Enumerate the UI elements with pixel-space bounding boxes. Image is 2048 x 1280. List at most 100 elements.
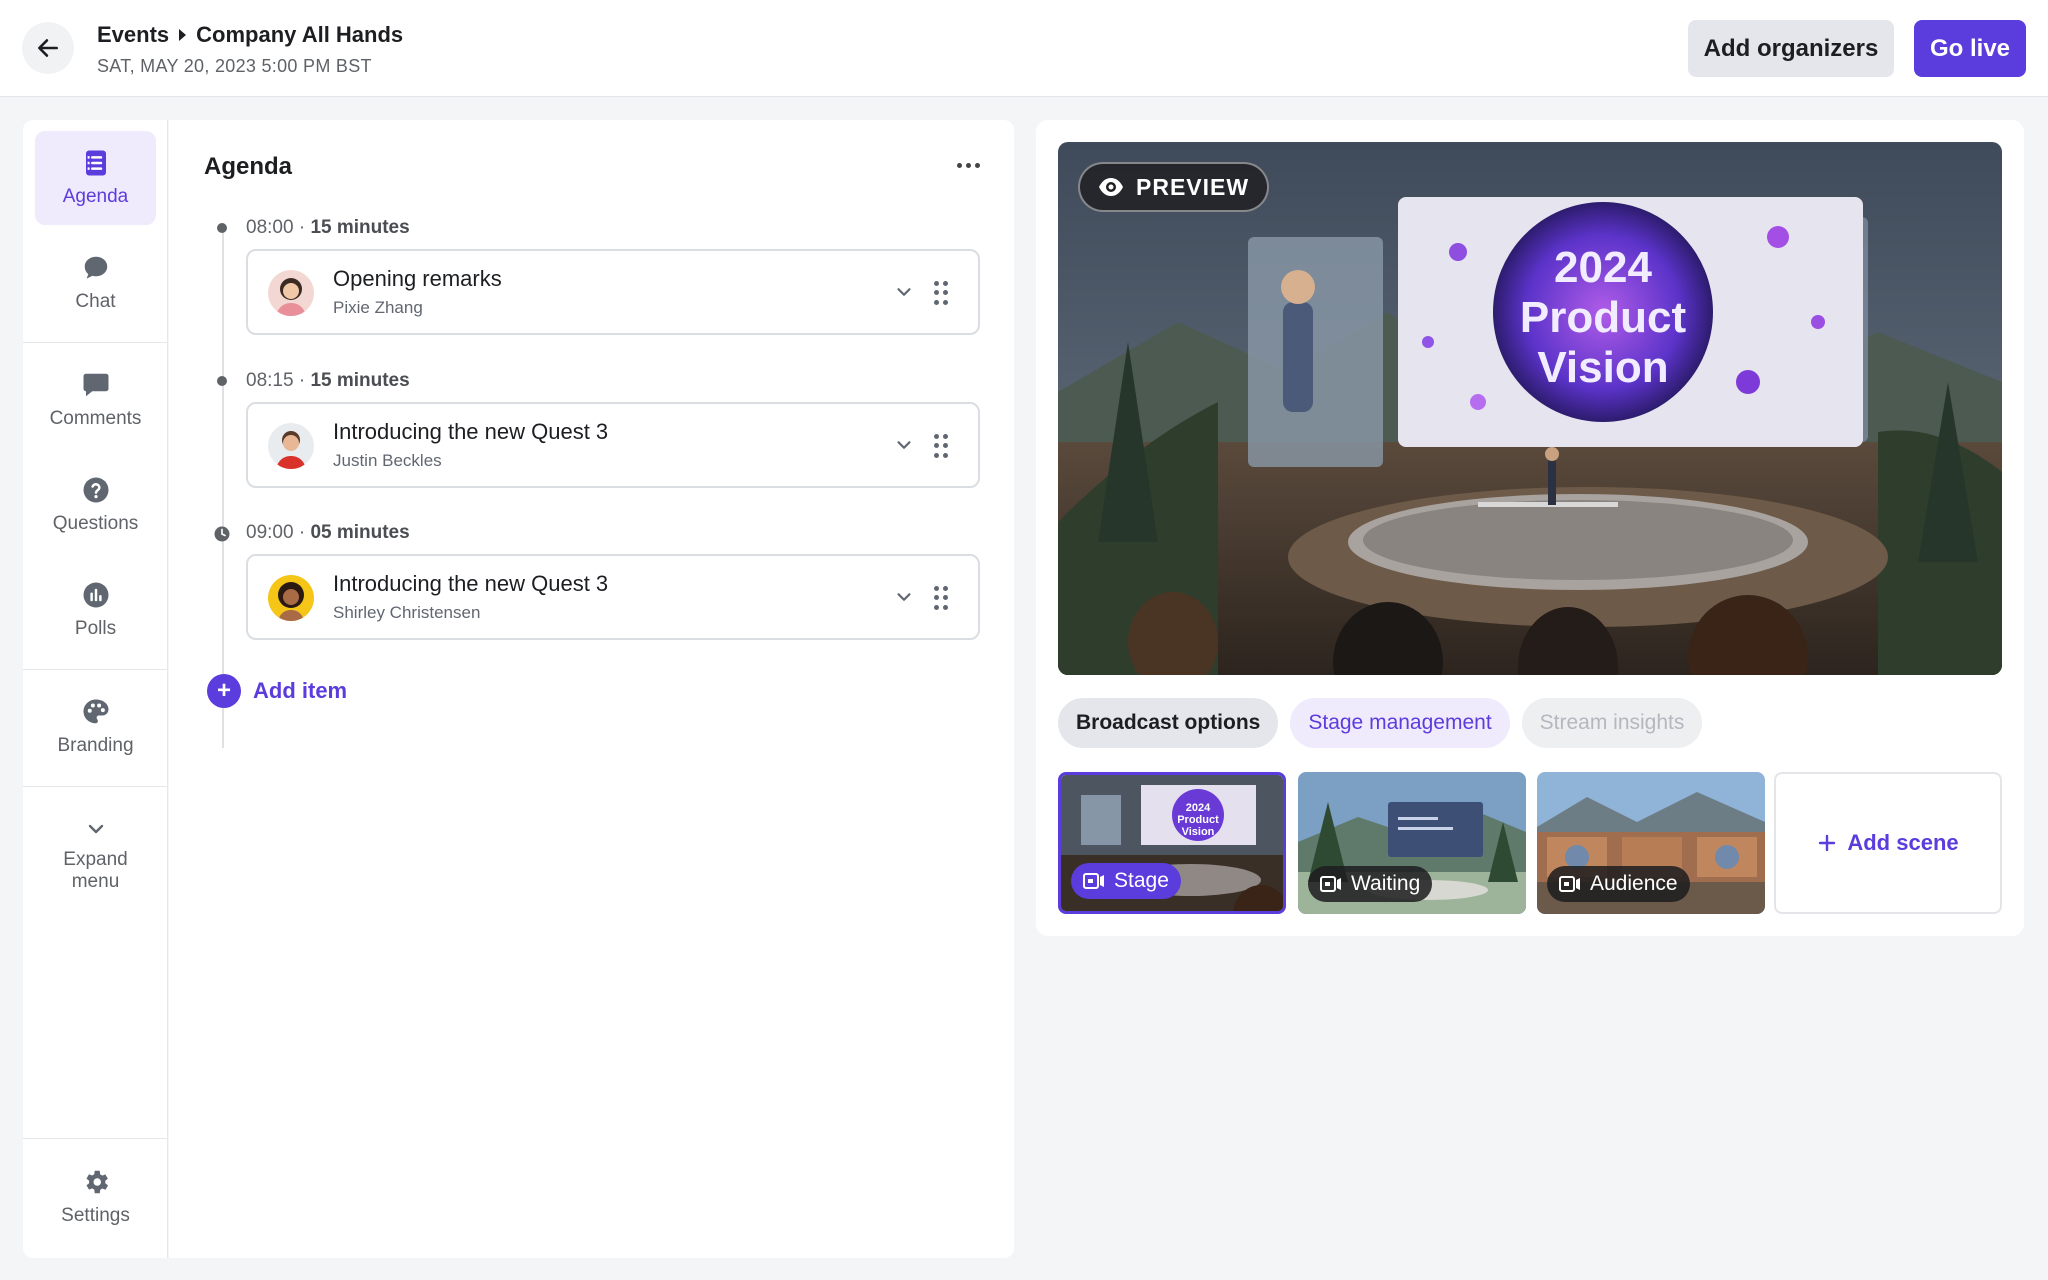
rail-item-comments[interactable]: Comments (35, 353, 156, 447)
plus-icon: + (207, 674, 241, 708)
rail-item-branding[interactable]: Branding (35, 680, 156, 774)
agenda-item-speaker: Shirley Christensen (333, 603, 481, 622)
add-scene-label: Add scene (1847, 830, 1959, 855)
preview-badge: PREVIEW (1078, 162, 1270, 212)
agenda-item-speaker: Justin Beckles (333, 451, 442, 470)
rail-divider (23, 342, 168, 343)
more-options-button[interactable] (952, 150, 984, 180)
rail-label-chat: Chat (75, 291, 116, 312)
scene-tag: Audience (1547, 866, 1690, 902)
camera-scene-icon (1083, 873, 1104, 889)
drag-handle-icon[interactable] (934, 586, 948, 610)
agenda-title: Agenda (204, 153, 293, 180)
rail-item-expand-menu[interactable]: Expand menu (35, 800, 156, 910)
rail-item-polls[interactable]: Polls (35, 563, 156, 657)
chevron-down-icon[interactable] (893, 434, 915, 456)
rail-label-branding: Branding (57, 735, 134, 756)
add-organizers-button[interactable]: Add organizers (1688, 20, 1894, 77)
caret-right-icon (179, 29, 187, 41)
clock-icon (214, 526, 230, 542)
go-live-button[interactable]: Go live (1914, 20, 2026, 77)
agenda-panel: Agenda 08:00 · 15 minutes Opening remark… (169, 120, 1014, 1258)
stage-preview-scene: 2024 Product Vision (1058, 142, 2002, 675)
breadcrumb: Events Company All Hands (97, 22, 403, 48)
screen-text-line: 2024 (1554, 243, 1652, 292)
agenda-item-speaker: Pixie Zhang (333, 298, 423, 317)
preview-badge-label: PREVIEW (1136, 173, 1250, 200)
rail-label-settings: Settings (61, 1205, 130, 1226)
event-date: SAT, MAY 20, 2023 5:00 PM BST (97, 56, 372, 76)
agenda-time: 08:15 · 15 minutes (246, 370, 410, 391)
more-dot (965, 162, 971, 168)
breadcrumb-event-name: Company All Hands (196, 22, 404, 47)
scene-label: Waiting (1351, 872, 1421, 895)
polls-icon (83, 582, 108, 608)
timeline-line (222, 228, 224, 748)
plus-icon (1819, 834, 1836, 852)
agenda-item-title: Opening remarks (333, 266, 502, 291)
question-icon (83, 477, 108, 503)
screen-text-line: Product (1520, 293, 1687, 342)
rail-item-questions[interactable]: Questions (35, 458, 156, 552)
scene-waiting[interactable]: Waiting (1298, 772, 1526, 914)
rail-item-agenda[interactable]: Agenda (35, 131, 156, 225)
add-scene-button[interactable]: Add scene (1774, 772, 2002, 914)
timeline-dot (217, 376, 227, 386)
camera-scene-icon (1320, 876, 1341, 892)
scene-screen-text: 2024 (1186, 802, 1211, 814)
duration-value: 15 minutes (310, 217, 410, 238)
gear-icon (86, 1170, 108, 1194)
chevron-down-icon[interactable] (893, 586, 915, 608)
more-dot (974, 162, 980, 168)
breadcrumb-events[interactable]: Events (97, 22, 169, 48)
side-rail: Agenda Chat Comments Questions Polls Bra… (23, 120, 168, 1258)
tab-broadcast-options[interactable]: Broadcast options (1058, 698, 1279, 748)
agenda-icon (85, 150, 106, 176)
drag-handle-icon[interactable] (934, 434, 948, 458)
drag-handle-icon[interactable] (934, 281, 948, 305)
arrow-left-icon (38, 39, 58, 57)
broadcast-tabs: Broadcast options Stage management Strea… (1058, 698, 1703, 748)
broadcast-panel: 2024 Product Vision PREVIEW Broadcast op… (1036, 120, 2024, 936)
add-item-button[interactable]: + Add item (207, 674, 347, 708)
tab-stage-management[interactable]: Stage management (1290, 698, 1510, 748)
scene-screen-text: Product (1177, 814, 1219, 826)
back-button[interactable] (22, 22, 74, 74)
scene-tag: Stage (1071, 863, 1181, 899)
avatar (268, 575, 314, 621)
rail-label-polls: Polls (74, 618, 117, 639)
add-item-label: Add item (253, 678, 348, 703)
camera-scene-icon (1559, 876, 1580, 892)
scene-stage[interactable]: 2024 Product Vision Stage (1058, 772, 1286, 914)
agenda-item-title: Introducing the new Quest 3 (333, 419, 609, 444)
scene-label: Audience (1590, 872, 1678, 895)
duration-value: 05 minutes (310, 522, 410, 543)
rail-label-expand-menu: Expand menu (63, 849, 128, 892)
scene-label: Stage (1114, 869, 1169, 892)
agenda-item-card[interactable]: Introducing the new Quest 3 Justin Beckl… (246, 402, 980, 488)
agenda-item-card[interactable]: Opening remarks Pixie Zhang (246, 249, 980, 335)
agenda-time: 09:00 · 05 minutes (246, 522, 410, 543)
chevron-down-icon (88, 824, 103, 834)
tab-stream-insights[interactable]: Stream insights (1521, 698, 1703, 748)
agenda-item-card[interactable]: Introducing the new Quest 3 Shirley Chri… (246, 554, 980, 640)
rail-item-chat[interactable]: Chat (35, 236, 156, 330)
rail-label-agenda: Agenda (62, 186, 129, 207)
scene-audience[interactable]: Audience (1537, 772, 1765, 914)
agenda-time: 08:00 · 15 minutes (246, 217, 410, 238)
time-value: 08:15 (246, 370, 294, 391)
avatar (268, 270, 314, 316)
time-value: 08:00 (246, 217, 294, 238)
agenda-item-title: Introducing the new Quest 3 (333, 571, 609, 596)
rail-label-comments: Comments (49, 408, 142, 429)
time-value: 09:00 (246, 522, 294, 543)
scene-screen-text: Vision (1182, 826, 1215, 838)
top-bar: Events Company All Hands SAT, MAY 20, 20… (0, 0, 2048, 97)
palette-icon (83, 699, 108, 724)
chat-icon (84, 256, 107, 279)
scene-tag: Waiting (1308, 866, 1433, 902)
eye-icon (1099, 178, 1123, 196)
rail-item-settings[interactable]: Settings (35, 1150, 156, 1244)
chevron-down-icon[interactable] (893, 281, 915, 303)
rail-label-questions: Questions (52, 513, 139, 534)
